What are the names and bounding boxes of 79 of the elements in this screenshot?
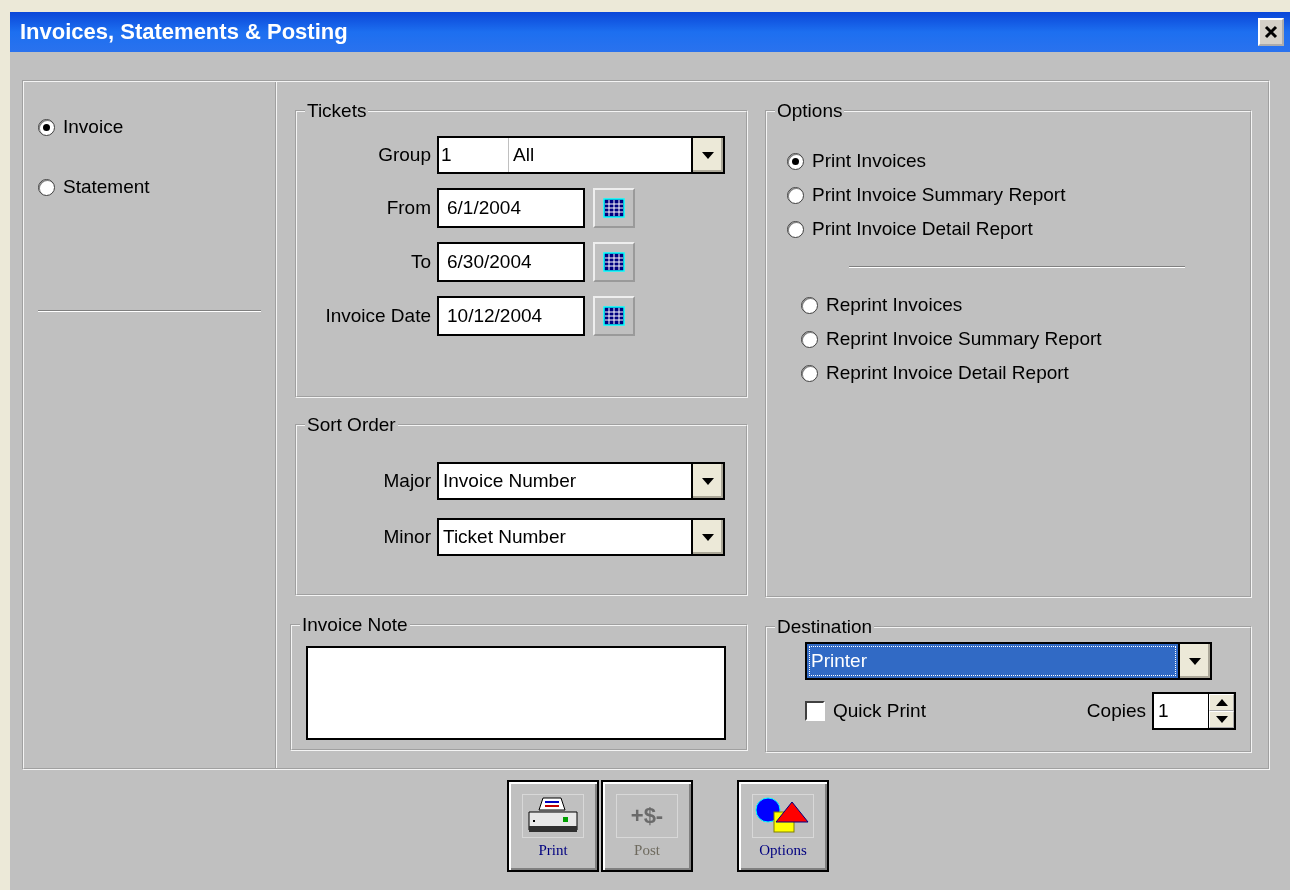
radio-button[interactable]: [801, 296, 818, 314]
radio-label: Statement: [63, 176, 150, 198]
up-arrow-icon: [1215, 699, 1228, 706]
radio-label: Invoice: [63, 116, 124, 138]
calendar-button[interactable]: [593, 242, 635, 282]
shapes-icon: [754, 795, 812, 836]
radio-option[interactable]: Reprint Invoices: [801, 294, 1236, 316]
down-arrow-icon: [702, 151, 714, 159]
dropdown-value: Ticket Number: [442, 525, 567, 549]
spin-down-button[interactable]: [1209, 711, 1234, 728]
radio-option[interactable]: Statement: [38, 176, 261, 198]
calendar-button[interactable]: [593, 188, 635, 228]
group-title: Options: [776, 100, 844, 122]
calendar-grid-icon: [603, 252, 625, 272]
radio-option[interactable]: Print Invoices: [787, 150, 1236, 172]
radio-button[interactable]: [787, 186, 804, 204]
radio-label: Reprint Invoice Summary Report: [826, 328, 1102, 350]
copies-value: 1: [1157, 699, 1169, 723]
close-button[interactable]: [1258, 18, 1284, 46]
radio-label: Print Invoice Detail Report: [812, 218, 1033, 240]
close-icon: [1264, 25, 1278, 39]
radio-button[interactable]: [38, 178, 55, 196]
radio-label: Print Invoice Summary Report: [812, 184, 1066, 206]
group-code: 1: [439, 138, 509, 172]
dropdown-value: Printer: [807, 644, 1178, 678]
radio-option[interactable]: Invoice: [38, 116, 261, 138]
dropdown-button[interactable]: [691, 138, 723, 172]
radio-label: Reprint Invoices: [826, 294, 963, 316]
group-title: Invoice Note: [301, 614, 409, 636]
sort-dropdown[interactable]: Ticket Number: [437, 518, 725, 556]
down-arrow-icon: [1215, 716, 1228, 723]
field-label: Major: [382, 470, 431, 492]
radio-label: Reprint Invoice Detail Report: [826, 362, 1069, 384]
group-name: All: [512, 143, 536, 167]
down-arrow-icon: [702, 477, 714, 485]
copies-label: Copies: [1086, 700, 1146, 722]
date-field[interactable]: 6/1/2004: [437, 188, 585, 228]
note-field[interactable]: [306, 646, 726, 740]
radio-button[interactable]: [787, 152, 804, 170]
radio-option[interactable]: Print Invoice Summary Report: [787, 184, 1236, 206]
field-label: Invoice Date: [324, 305, 431, 327]
dropdown-button[interactable]: [1178, 644, 1210, 678]
dropdown-value: Invoice Number: [442, 469, 578, 493]
calendar-grid-icon: [603, 198, 625, 218]
calendar-grid-icon: [603, 306, 625, 326]
dropdown-button[interactable]: [691, 464, 723, 498]
spin-up-button[interactable]: [1209, 694, 1234, 711]
radio-option[interactable]: Print Invoice Detail Report: [787, 218, 1236, 240]
checkbox-label: Quick Print: [833, 700, 926, 722]
window-title: Invoices, Statements & Posting: [20, 19, 348, 45]
radio-button[interactable]: [801, 364, 818, 382]
group-title: Tickets: [306, 100, 368, 122]
quick-print-checkbox[interactable]: Quick Print: [805, 700, 926, 722]
radio-button[interactable]: [787, 220, 804, 238]
field-label: Minor: [382, 526, 431, 548]
field-label: From: [385, 197, 431, 219]
destination-dropdown[interactable]: Printer: [805, 642, 1212, 680]
calendar-button[interactable]: [593, 296, 635, 336]
group-title: Sort Order: [306, 414, 397, 436]
date-field[interactable]: 6/30/2004: [437, 242, 585, 282]
dropdown-button[interactable]: [691, 520, 723, 554]
radio-option[interactable]: Reprint Invoice Summary Report: [801, 328, 1236, 350]
options-button[interactable]: Options: [737, 780, 829, 872]
radio-label: Print Invoices: [812, 150, 927, 172]
field-label: To: [409, 251, 431, 273]
down-arrow-icon: [702, 533, 714, 541]
date-field[interactable]: 10/12/2004: [437, 296, 585, 336]
radio-button[interactable]: [801, 330, 818, 348]
group-dropdown[interactable]: 1 All: [437, 136, 725, 174]
down-arrow-icon: [1189, 657, 1201, 665]
copies-spinner[interactable]: 1: [1152, 692, 1236, 730]
group-title: Destination: [776, 616, 874, 638]
field-label: Group: [377, 144, 431, 166]
sort-dropdown[interactable]: Invoice Number: [437, 462, 725, 500]
plus-dollar-minus-symbol: +$-: [630, 802, 664, 829]
checkbox[interactable]: [805, 701, 825, 721]
radio-button[interactable]: [38, 118, 55, 136]
radio-option[interactable]: Reprint Invoice Detail Report: [801, 362, 1236, 384]
print-button[interactable]: Print: [507, 780, 599, 872]
